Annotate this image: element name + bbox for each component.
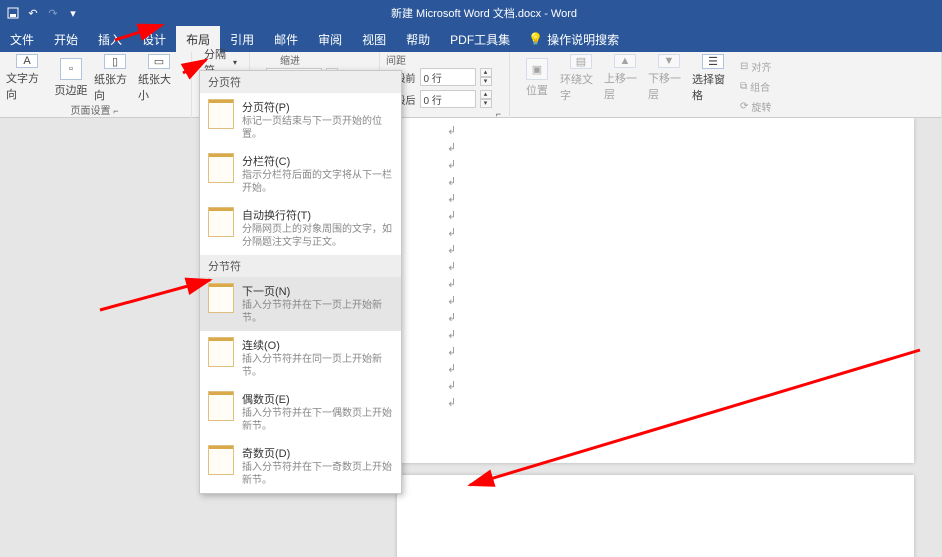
align-button[interactable]: ⊟对齐 <box>736 56 775 76</box>
tab-review[interactable]: 审阅 <box>308 26 352 52</box>
wrap-button[interactable]: ▤环绕文字 <box>560 54 602 102</box>
quick-access-toolbar: ↶ ↷ ▾ <box>0 6 86 20</box>
breaks-dropdown: 分页符 分页符(P)标记一页结束与下一页开始的位置。 分栏符(C)指示分栏符后面… <box>199 70 402 494</box>
break-page-item[interactable]: 分页符(P)标记一页结束与下一页开始的位置。 <box>200 93 401 147</box>
qat-customize-icon[interactable]: ▾ <box>66 6 80 20</box>
send-back-icon: ▼ <box>658 54 680 68</box>
tab-view[interactable]: 视图 <box>352 26 396 52</box>
text-direction-icon: A <box>16 54 38 68</box>
tab-insert[interactable]: 插入 <box>88 26 132 52</box>
paragraph-mark: ↲ <box>447 122 864 139</box>
size-button[interactable]: ▭纸张大小 <box>138 54 180 102</box>
spin-down[interactable]: ▾ <box>480 99 492 108</box>
group-page-setup: A文字方向 ▫页边距 ▯纸张方向 ▭纸张大小 页面设置 ⌐ <box>0 52 192 118</box>
tab-pdf-tools[interactable]: PDF工具集 <box>440 26 520 52</box>
tab-mailings[interactable]: 邮件 <box>264 26 308 52</box>
section-even-page-item[interactable]: 偶数页(E)插入分节符并在下一偶数页上开始新节。 <box>200 385 401 439</box>
title-bar: ↶ ↷ ▾ 新建 Microsoft Word 文档.docx - Word <box>0 0 942 26</box>
selection-pane-button[interactable]: ☰选择窗格 <box>692 54 734 102</box>
margins-icon: ▫ <box>60 58 82 80</box>
tab-file[interactable]: 文件 <box>0 26 44 52</box>
tell-me-label: 操作说明搜索 <box>547 31 619 48</box>
align-icon: ⊟ <box>740 61 748 72</box>
size-icon: ▭ <box>148 54 170 69</box>
ribbon: A文字方向 ▫页边距 ▯纸张方向 ▭纸张大小 页面设置 ⌐ 分隔符▾ 缩进 ≡▴… <box>0 52 942 118</box>
even-page-icon <box>208 391 234 421</box>
page-1[interactable]: ↲ ↲↲↲↲↲↲↲↲↲↲↲↲↲↲↲↲ <box>397 118 914 463</box>
group-arrange: ▣位置 ▤环绕文字 ▲上移一层 ▼下移一层 ☰选择窗格 ⊟对齐 ⧉组合 ⟳旋转 … <box>510 52 942 118</box>
group-icon: ⧉ <box>740 81 747 92</box>
section-continuous-item[interactable]: 连续(O)插入分节符并在同一页上开始新节。 <box>200 331 401 385</box>
send-back-button[interactable]: ▼下移一层 <box>648 54 690 102</box>
tab-design[interactable]: 设计 <box>132 26 176 52</box>
redo-icon[interactable]: ↷ <box>46 6 60 20</box>
spin-down[interactable]: ▾ <box>480 77 492 86</box>
next-page-icon <box>208 283 234 313</box>
selection-pane-icon: ☰ <box>702 54 724 69</box>
orientation-icon: ▯ <box>104 54 126 69</box>
page-break-icon <box>208 99 234 129</box>
undo-icon[interactable]: ↶ <box>26 6 40 20</box>
bring-forward-button[interactable]: ▲上移一层 <box>604 54 646 102</box>
dropdown-group-header: 分节符 <box>200 255 401 277</box>
page-2[interactable]: 2 <box>397 475 914 557</box>
section-odd-page-item[interactable]: 奇数页(D)插入分节符并在下一奇数页上开始新节。 <box>200 439 401 493</box>
save-icon[interactable] <box>6 6 20 20</box>
orientation-button[interactable]: ▯纸张方向 <box>94 54 136 102</box>
page-setup-launcher[interactable]: ⌐ <box>113 106 120 116</box>
text-direction-button[interactable]: A文字方向 <box>6 54 48 102</box>
continuous-icon <box>208 337 234 367</box>
break-column-item[interactable]: 分栏符(C)指示分栏符后面的文字将从下一栏开始。 <box>200 147 401 201</box>
tell-me-search[interactable]: 💡 操作说明搜索 <box>528 31 619 48</box>
menu-bar: 文件 开始 插入 设计 布局 引用 邮件 审阅 视图 帮助 PDF工具集 💡 操… <box>0 26 942 52</box>
bring-forward-icon: ▲ <box>614 54 636 68</box>
spacing-before-input[interactable]: 0 行 <box>420 68 476 86</box>
wrap-icon: ▤ <box>570 54 592 69</box>
group-button[interactable]: ⧉组合 <box>736 76 775 96</box>
dropdown-group-header: 分页符 <box>200 71 401 93</box>
window-title: 新建 Microsoft Word 文档.docx - Word <box>86 5 942 21</box>
spin-up[interactable]: ▴ <box>480 90 492 99</box>
chevron-down-icon: ▾ <box>233 58 237 67</box>
position-button[interactable]: ▣位置 <box>516 54 558 102</box>
break-wrap-item[interactable]: 自动换行符(T)分隔网页上的对象周围的文字，如分隔题注文字与正文。 <box>200 201 401 255</box>
column-break-icon <box>208 153 234 183</box>
tab-help[interactable]: 帮助 <box>396 26 440 52</box>
spacing-after-input[interactable]: 0 行 <box>420 90 476 108</box>
breaks-button[interactable]: 分隔符▾ <box>198 54 243 70</box>
rotate-button[interactable]: ⟳旋转 <box>736 96 775 116</box>
section-next-page-item[interactable]: 下一页(N)插入分节符并在下一页上开始新节。 <box>200 277 401 331</box>
odd-page-icon <box>208 445 234 475</box>
tab-home[interactable]: 开始 <box>44 26 88 52</box>
lightbulb-icon: 💡 <box>528 32 543 46</box>
rotate-icon: ⟳ <box>740 101 748 112</box>
margins-button[interactable]: ▫页边距 <box>50 54 92 102</box>
wrap-break-icon <box>208 207 234 237</box>
spin-up[interactable]: ▴ <box>480 68 492 77</box>
position-icon: ▣ <box>526 58 548 80</box>
document-area: ↲ ↲↲↲↲↲↲↲↲↲↲↲↲↲↲↲↲ 2 <box>0 118 942 557</box>
